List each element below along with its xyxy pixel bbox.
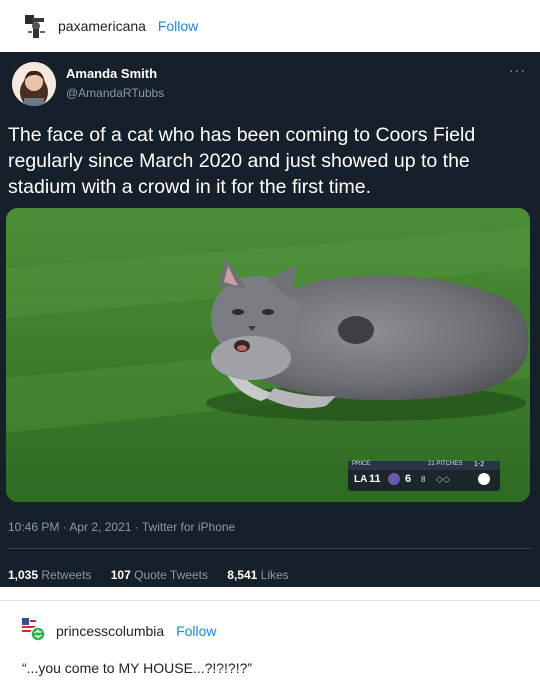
retweets-stat: 1,035 Retweets [8,568,92,582]
tweet-stats: 1,035 Retweets 107 Quote Tweets 8,541 Li… [8,568,305,582]
tweet-divider [8,548,532,549]
att-logo-icon [478,473,490,485]
scorebug-count: 1-2 [474,461,485,468]
reblog-divider [0,600,540,601]
tweet-card: Amanda Smith @AmandaRTubbs ··· The face … [0,52,540,587]
bases-icon: ◇◇ [436,474,450,484]
blog-name-row: paxamericana Follow [58,18,198,34]
blog-name-link[interactable]: paxamericana [58,18,146,34]
reblog-name-row: princesscolumbia Follow [56,623,217,639]
reblog-text: “...you come to MY HOUSE...?!?!?!?” [22,660,253,676]
tweet-text: The face of a cat who has been coming to… [8,124,476,198]
more-options-icon: ··· [509,62,526,78]
rockies-logo-icon [388,473,400,485]
home-score: 6 [405,473,412,485]
inning: 8 [421,475,426,484]
likes-stat: 8,541 Likes [227,568,289,582]
tweet-avatar [12,62,56,106]
tweet-author-handle: @AmandaRTubbs [66,86,165,100]
tweet-meta: 10:46 PM · Apr 2, 2021 · Twitter for iPh… [8,520,236,534]
post-header: paxamericana Follow [0,0,540,52]
away-score: 11 [369,473,381,485]
follow-button[interactable]: Follow [158,18,198,34]
tweet-photo: PRICE 21 PITCHES 1-2 LA 11 6 8 ◇◇ [6,208,530,502]
reblog-header: princesscolumbia Follow [0,612,540,648]
reblog-blog-link[interactable]: princesscolumbia [56,623,164,639]
blog-avatar[interactable] [22,12,50,40]
scorebug-label: PRICE [352,461,371,467]
scorebug-pitches: 21 PITCHES [428,461,463,467]
reblog-avatar[interactable] [22,618,46,642]
tweet-author-name: Amanda Smith [66,66,158,81]
reblog-follow-button[interactable]: Follow [176,623,216,639]
quote-tweets-stat: 107 Quote Tweets [110,568,208,582]
dodgers-logo-icon: LA [354,474,368,485]
